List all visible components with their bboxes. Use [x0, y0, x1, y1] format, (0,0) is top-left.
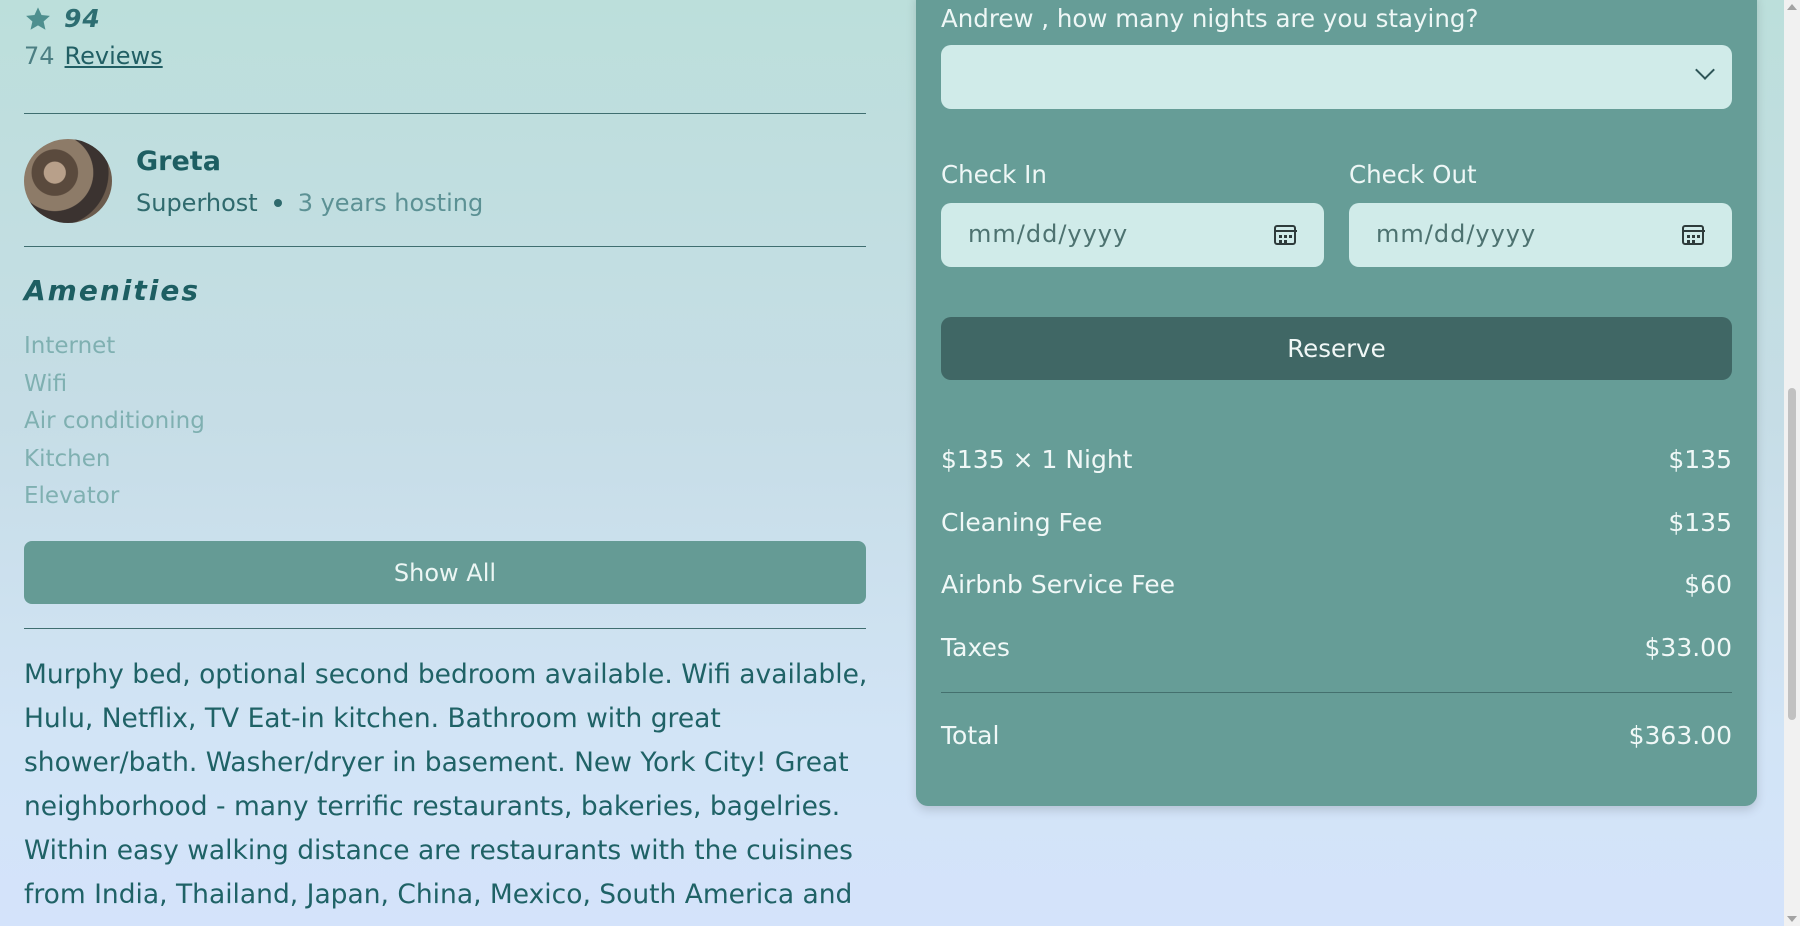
reviews: 74 Reviews [24, 42, 163, 70]
fee-row: Taxes $33.00 [941, 633, 1732, 662]
fee-label: Airbnb Service Fee [941, 570, 1175, 599]
fee-row: Cleaning Fee $135 [941, 508, 1732, 537]
check-out-placeholder: mm/dd/yyyy [1376, 220, 1537, 248]
fee-amount: $135 [1668, 508, 1732, 537]
check-in-label: Check In [941, 160, 1047, 189]
chevron-down-icon [1695, 60, 1715, 80]
amenity-item: Kitchen [24, 445, 111, 472]
scrollbar-thumb[interactable] [1788, 388, 1796, 720]
fee-label: Cleaning Fee [941, 508, 1103, 537]
listing-description: Murphy bed, optional second bedroom avai… [24, 659, 868, 910]
fee-label: Taxes [941, 633, 1010, 662]
total-divider [941, 692, 1732, 693]
amenities-title: Amenities [24, 274, 201, 307]
divider [24, 628, 866, 629]
amenity-item: Elevator [24, 483, 120, 509]
superhost-badge: Superhost [136, 188, 258, 217]
hosting-years: 3 years hosting [297, 188, 484, 217]
check-out-input[interactable]: mm/dd/yyyy [1349, 203, 1732, 267]
host-avatar[interactable] [24, 139, 112, 223]
fee-amount: $33.00 [1644, 633, 1732, 662]
check-out-label: Check Out [1349, 160, 1477, 189]
reviews-link[interactable]: Reviews [65, 42, 163, 70]
divider [24, 246, 866, 247]
scroll-up-icon[interactable] [1787, 4, 1797, 10]
amenity-item: Air conditioning [24, 408, 205, 434]
divider [24, 113, 866, 114]
rating: 94 [24, 4, 101, 33]
check-in-placeholder: mm/dd/yyyy [968, 220, 1129, 248]
calendar-icon[interactable] [1681, 225, 1705, 245]
amenity-item: Internet [24, 333, 116, 359]
separator-dot [273, 198, 282, 207]
booking-panel [916, 0, 1757, 806]
total-row: Total $363.00 [941, 721, 1732, 750]
total-label: Total [941, 721, 1000, 750]
host-name: Greta [136, 145, 221, 177]
fee-row: Airbnb Service Fee $60 [941, 570, 1732, 599]
star-icon [26, 6, 50, 30]
check-in-input[interactable]: mm/dd/yyyy [941, 203, 1324, 267]
rating-score: 94 [64, 4, 101, 33]
page-scrollbar[interactable] [1784, 0, 1800, 926]
nights-select[interactable] [941, 45, 1732, 109]
amenities-list: Internet Wifi Air conditioning Kitchen E… [24, 330, 205, 518]
nights-question: Andrew , how many nights are you staying… [941, 4, 1479, 33]
show-all-button[interactable]: Show All [24, 541, 866, 604]
fee-label: $135 × 1 Night [941, 445, 1133, 474]
host-card: Greta Superhost 3 years hosting [24, 139, 483, 223]
amenity-item: Wifi [24, 370, 68, 397]
fee-row: $135 × 1 Night $135 [941, 445, 1732, 474]
reserve-button[interactable]: Reserve [941, 317, 1732, 380]
calendar-icon[interactable] [1273, 225, 1297, 245]
reviews-count: 74 [24, 42, 55, 70]
total-amount: $363.00 [1628, 721, 1732, 750]
scroll-down-icon[interactable] [1787, 916, 1797, 922]
fee-amount: $60 [1684, 570, 1732, 599]
fee-amount: $135 [1668, 445, 1732, 474]
